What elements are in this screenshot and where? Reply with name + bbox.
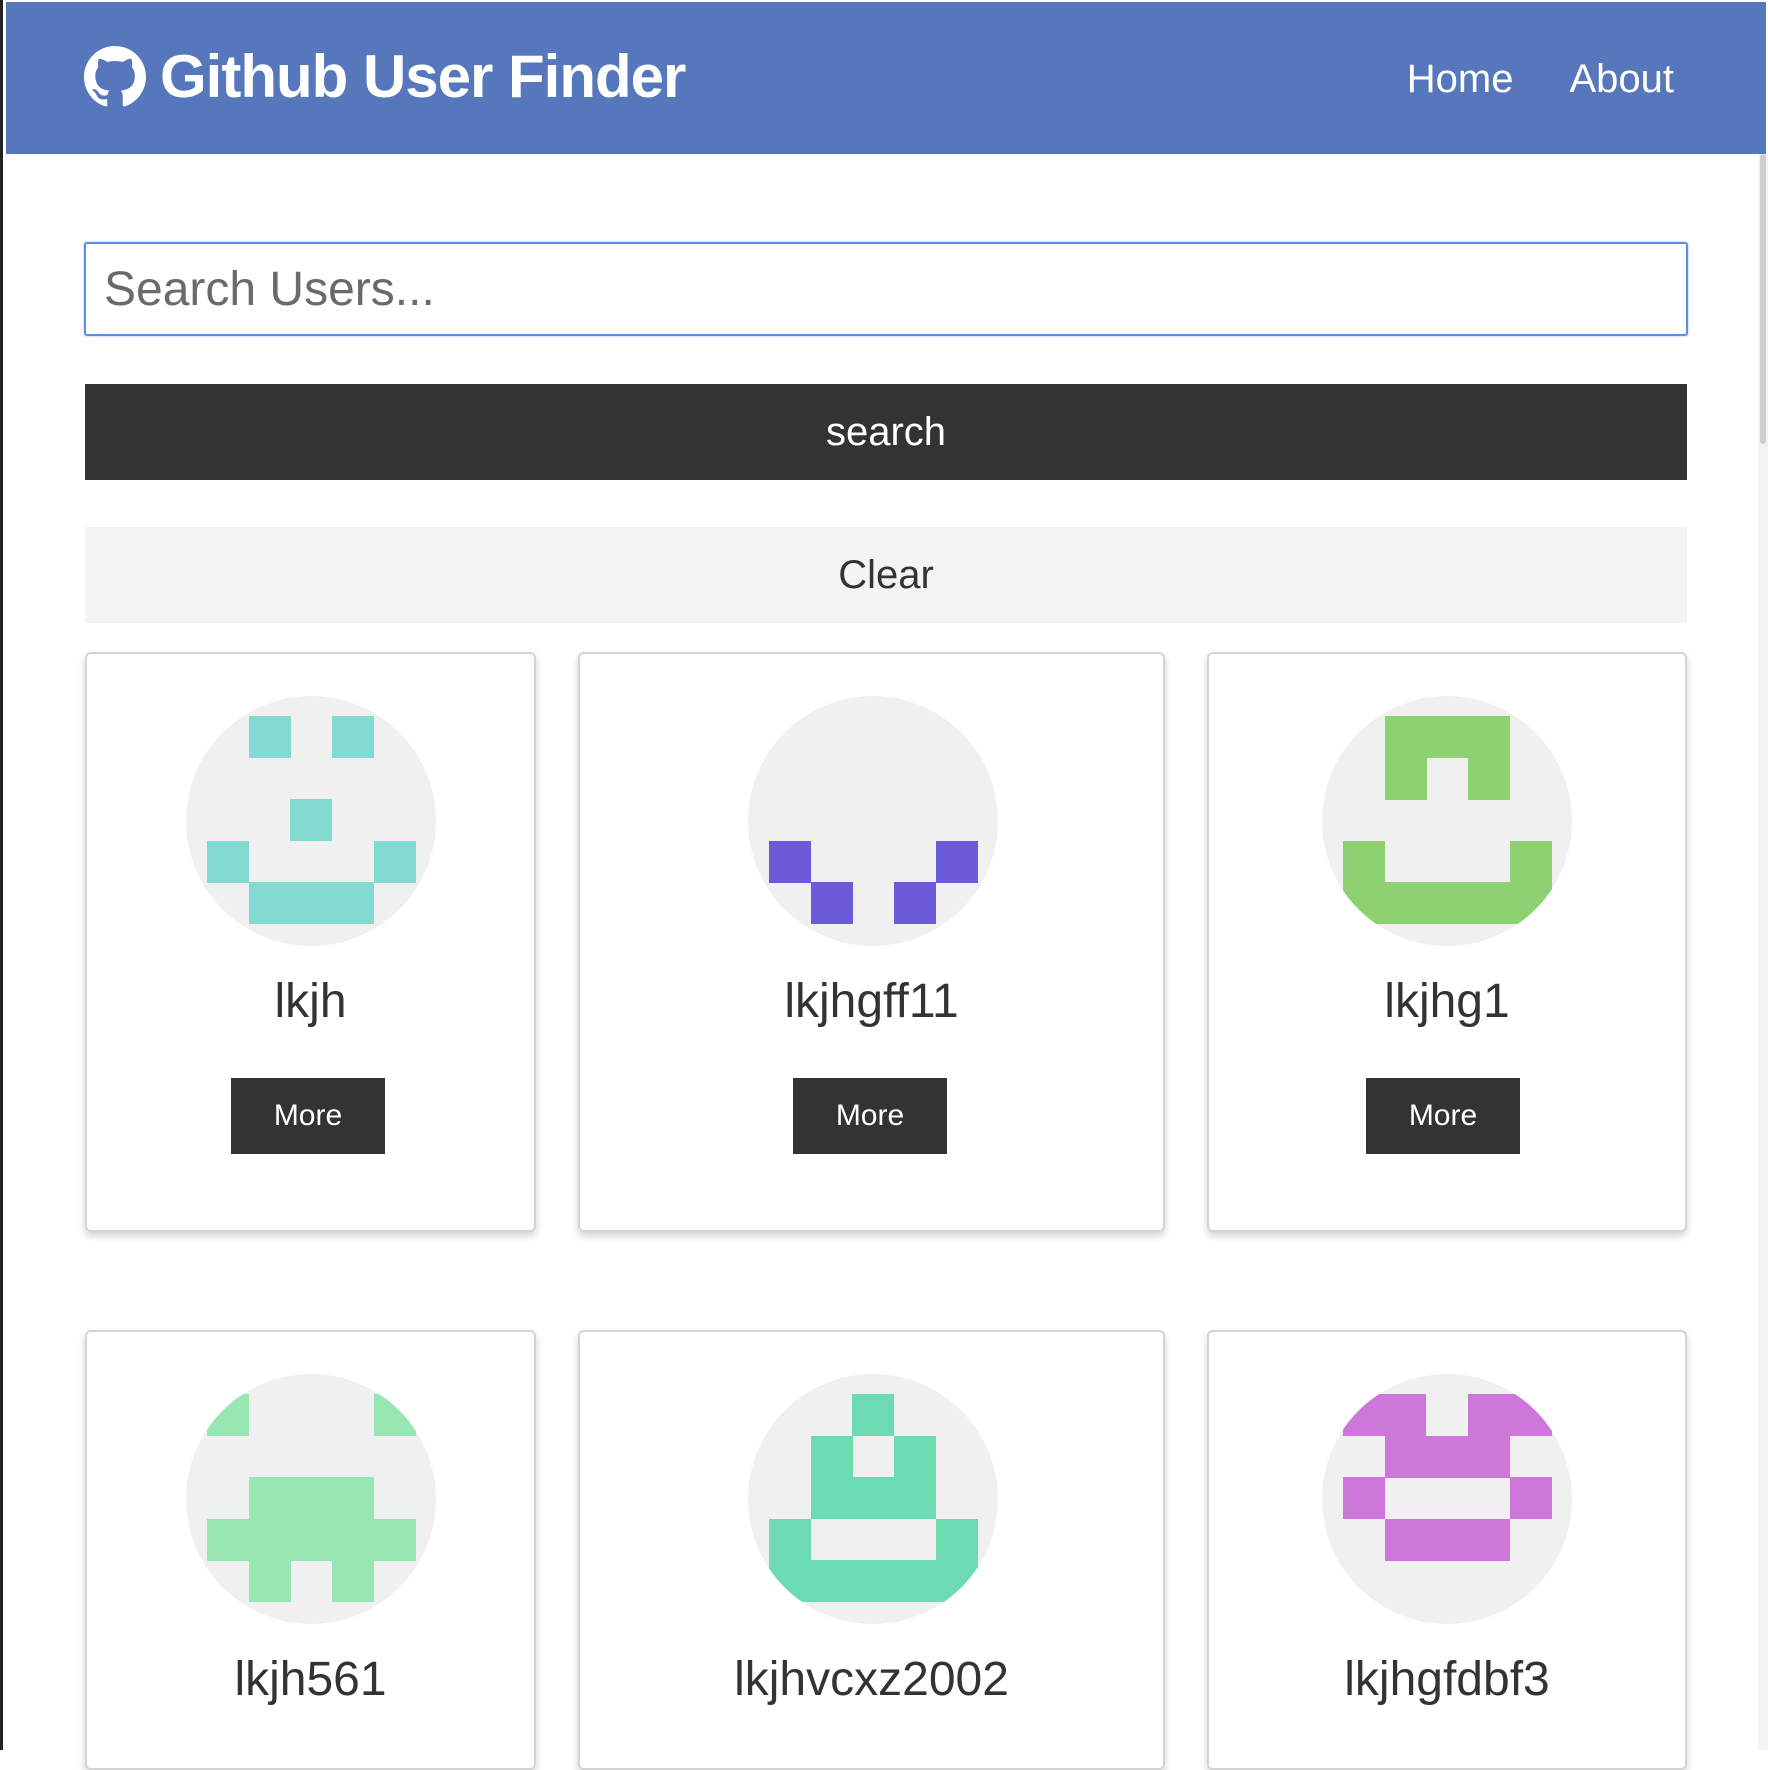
github-icon [84,46,146,108]
nav-links: Home About [1407,54,1674,104]
search-button[interactable]: search [85,384,1687,480]
more-button[interactable]: More [1366,1078,1520,1154]
user-login: lkjhgff11 [784,975,959,1028]
user-card: lkjhgff11 More [578,652,1165,1232]
user-avatar [186,696,436,946]
user-login: lkjhvcxz2002 [734,1653,1009,1706]
app-window: Github User Finder Home About search Cle… [0,0,1768,1770]
user-avatar [1322,1374,1572,1624]
user-avatar [748,1374,998,1624]
user-card: lkjhgfdbf3 [1207,1330,1687,1770]
scrollbar-thumb[interactable] [1760,154,1766,444]
user-card: lkjhvcxz2002 [578,1330,1165,1770]
user-card: lkjh More [85,652,536,1232]
search-input[interactable] [84,242,1688,336]
user-avatar [748,696,998,946]
user-login: lkjh [274,975,347,1028]
navbar: Github User Finder Home About [6,2,1766,154]
clear-button[interactable]: Clear [85,527,1687,623]
nav-link-home[interactable]: Home [1407,54,1514,104]
user-login: lkjhg1 [1384,975,1510,1028]
user-avatar [186,1374,436,1624]
nav-link-about[interactable]: About [1569,54,1674,104]
user-avatar [1322,696,1572,946]
brand: Github User Finder [84,43,686,110]
page-scrollbar[interactable] [1758,154,1768,1750]
user-card: lkjhg1 More [1207,652,1687,1232]
user-card: lkjh561 [85,1330,536,1770]
more-button[interactable]: More [793,1078,947,1154]
more-button[interactable]: More [231,1078,385,1154]
user-login: lkjh561 [234,1653,387,1706]
app-title: Github User Finder [160,43,686,110]
user-login: lkjhgfdbf3 [1344,1653,1550,1706]
